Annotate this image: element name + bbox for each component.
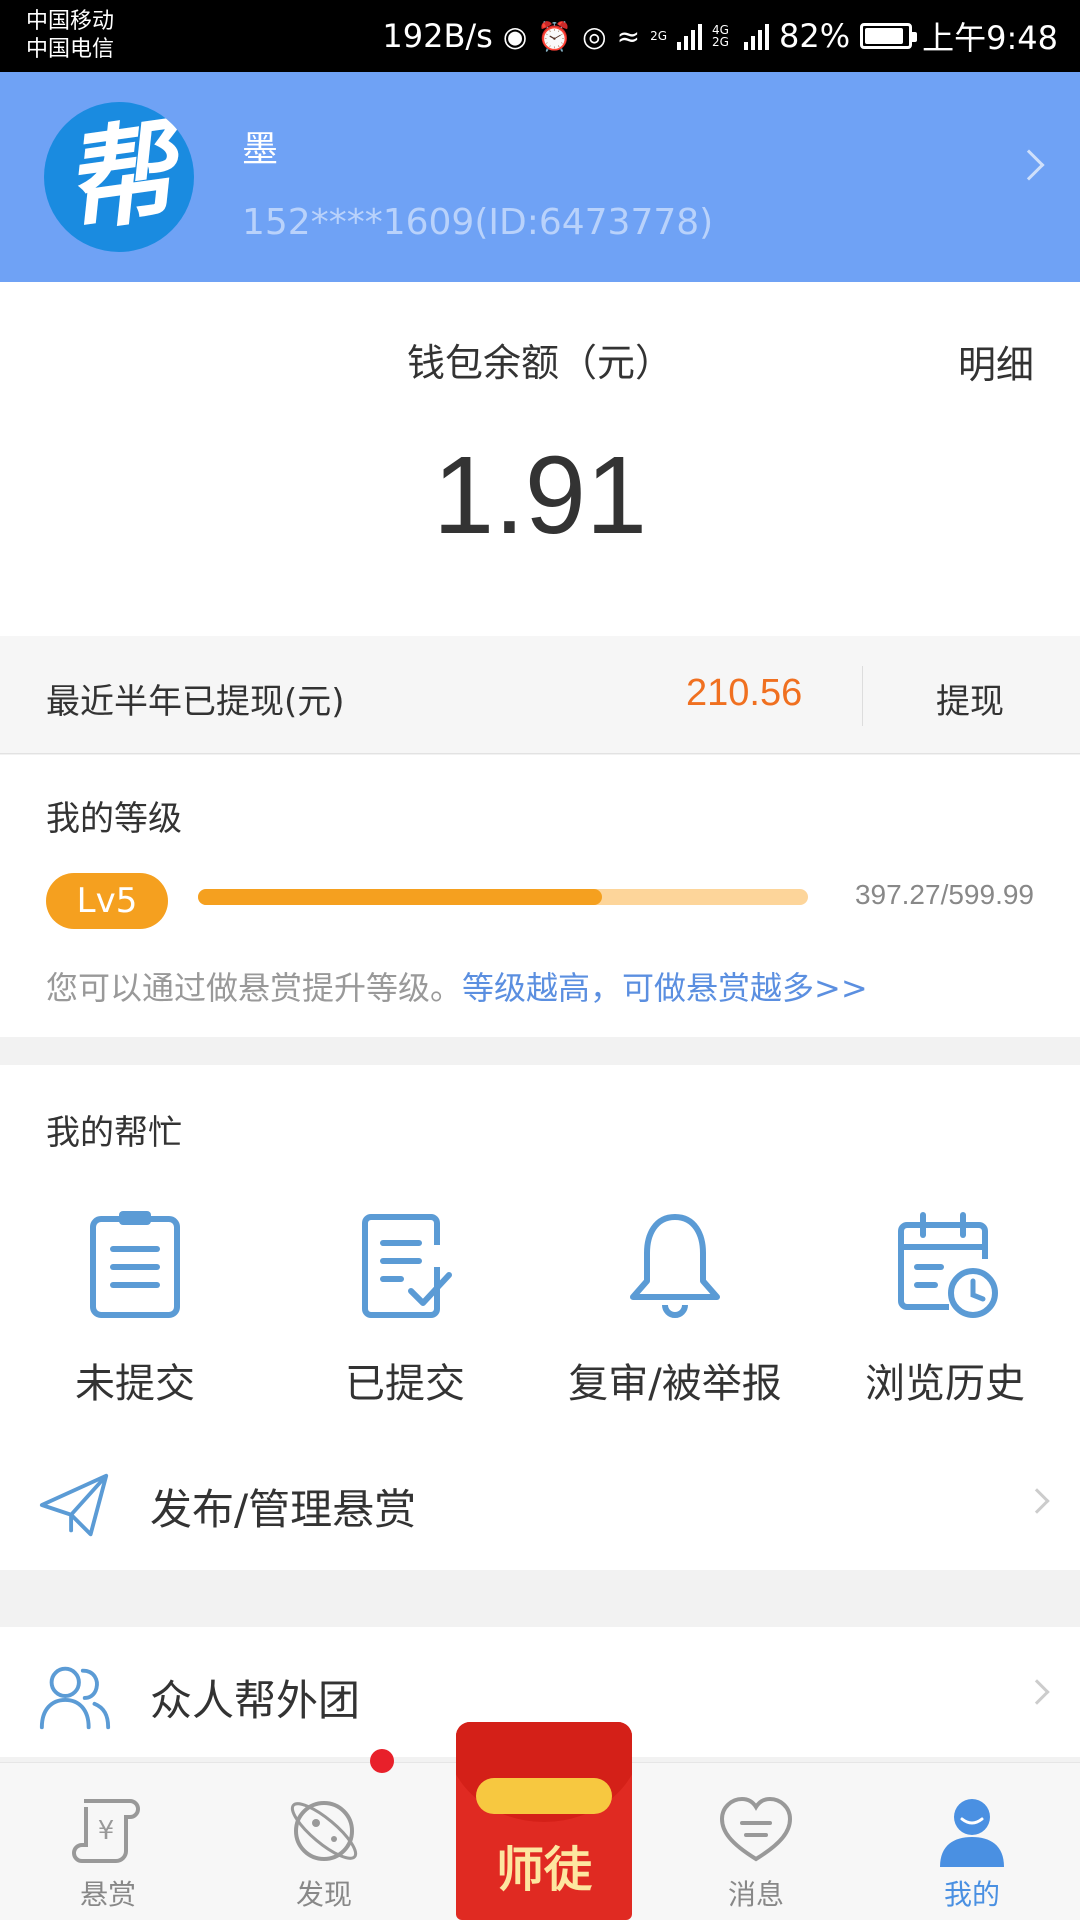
status-icons: 192B/s ◉ ⏰ ◎ ≈ 2G 4G 2G 82% 上午9:48: [382, 0, 1058, 72]
withdraw-amount: 210.56: [686, 672, 803, 714]
paper-plane-icon: [39, 1473, 109, 1537]
signal-icon: [677, 22, 702, 50]
level-hint: 您可以通过做悬赏提升等级。等级越高，可做悬赏越多>>: [46, 963, 868, 1009]
battery-percent: 82%: [779, 17, 851, 55]
network-type-1: 2G: [650, 29, 667, 43]
publish-manage-label: 发布/管理悬赏: [150, 1485, 417, 1534]
chevron-right-icon: [1024, 1488, 1050, 1514]
help-item-review[interactable]: 复审/被举报: [540, 1205, 810, 1409]
help-item-history[interactable]: 浏览历史: [810, 1205, 1080, 1409]
level-hint-text: 您可以通过做悬赏提升等级。: [46, 969, 463, 1007]
wallet-card: 钱包余额（元） 明细 1.91: [0, 282, 1080, 636]
signal-icon-2: [744, 22, 769, 50]
scroll-yen-icon: ¥: [72, 1799, 140, 1863]
chevron-right-icon: [1024, 1679, 1050, 1705]
help-item-label: 未提交: [75, 1361, 195, 1407]
carrier-1: 中国移动: [26, 9, 115, 34]
eye-icon: ◎: [582, 19, 607, 53]
divider: [862, 666, 863, 726]
help-item-label: 复审/被举报: [568, 1361, 782, 1407]
planet-icon: [290, 1801, 358, 1861]
notification-dot: [370, 1749, 394, 1773]
alarm-icon: ⏰: [537, 19, 573, 53]
nav-mentor-red-packet[interactable]: 师徒: [456, 1722, 632, 1920]
network-type-2: 4G 2G: [712, 23, 729, 49]
avatar-logo: 帮: [55, 105, 183, 249]
svg-text:¥: ¥: [98, 1816, 115, 1846]
avatar[interactable]: 帮: [44, 102, 194, 252]
nav-discover[interactable]: 发现: [244, 1793, 404, 1913]
nav-bounty[interactable]: ¥ 悬赏: [28, 1793, 188, 1913]
user-account: 152****1609(ID:6473778): [242, 202, 714, 243]
level-progress-fill: [198, 889, 602, 905]
team-label: 众人帮外团: [150, 1676, 361, 1725]
wifi-icon: ≈: [616, 19, 641, 53]
help-item-label: 浏览历史: [865, 1361, 1025, 1407]
withdraw-button[interactable]: 提现: [936, 674, 1004, 723]
nav-label: 消息: [727, 1878, 784, 1911]
calendar-clock-icon: [898, 1212, 998, 1318]
clock: 上午9:48: [922, 19, 1058, 57]
battery-icon: [860, 23, 918, 49]
clipboard-icon: [90, 1211, 180, 1318]
my-help-grid: 未提交 已提交 复审/被举报 浏览历史: [0, 1205, 1080, 1409]
bell-icon: [630, 1214, 720, 1318]
help-item-unsubmitted[interactable]: 未提交: [0, 1205, 270, 1409]
user-icon: [940, 1799, 1004, 1867]
help-item-submitted[interactable]: 已提交: [270, 1205, 540, 1409]
nav-label: 我的: [943, 1878, 1000, 1911]
nav-messages[interactable]: 消息: [676, 1793, 836, 1913]
carrier-2: 中国电信: [26, 37, 115, 62]
withdraw-row: 最近半年已提现(元) 210.56 提现: [0, 636, 1080, 754]
document-check-icon: [362, 1214, 452, 1318]
my-help-title: 我的帮忙: [46, 1113, 182, 1153]
level-progress-bar: [198, 889, 808, 905]
publish-manage-row[interactable]: 发布/管理悬赏: [0, 1436, 1080, 1566]
help-item-label: 已提交: [345, 1361, 465, 1407]
level-section: 我的等级 Lv5 397.27/599.99 您可以通过做悬赏提升等级。等级越高…: [0, 755, 1080, 1037]
profile-header[interactable]: 帮 墨 152****1609(ID:6473778): [0, 72, 1080, 282]
withdraw-label: 最近半年已提现(元): [46, 682, 345, 722]
user-nickname: 墨: [242, 129, 279, 170]
chat-heart-icon: [719, 1796, 793, 1862]
wallet-detail-link[interactable]: 明细: [958, 334, 1034, 389]
wallet-title: 钱包余额（元）: [406, 341, 673, 385]
network-speed: 192B/s: [382, 17, 493, 55]
carrier-info: 中国移动 中国电信: [26, 8, 114, 64]
level-badge: Lv5: [46, 873, 168, 929]
wallet-balance: 1.91: [432, 434, 648, 557]
level-hint-link[interactable]: 等级越高，可做悬赏越多>>: [462, 969, 868, 1007]
nav-label: 师徒: [495, 1842, 592, 1898]
gold-coins-icon: [476, 1778, 612, 1814]
level-progress-text: 397.27/599.99: [854, 879, 1034, 910]
status-bar: 中国移动 中国电信 192B/s ◉ ⏰ ◎ ≈ 2G 4G 2G 82% 上午…: [0, 0, 1080, 72]
nav-label: 发现: [295, 1878, 352, 1911]
users-icon: [39, 1666, 111, 1730]
location-icon: ◉: [502, 19, 528, 53]
nav-mine[interactable]: 我的: [892, 1793, 1052, 1913]
level-title: 我的等级: [46, 799, 182, 839]
nav-label: 悬赏: [79, 1878, 136, 1911]
chevron-right-icon[interactable]: [1013, 149, 1045, 181]
